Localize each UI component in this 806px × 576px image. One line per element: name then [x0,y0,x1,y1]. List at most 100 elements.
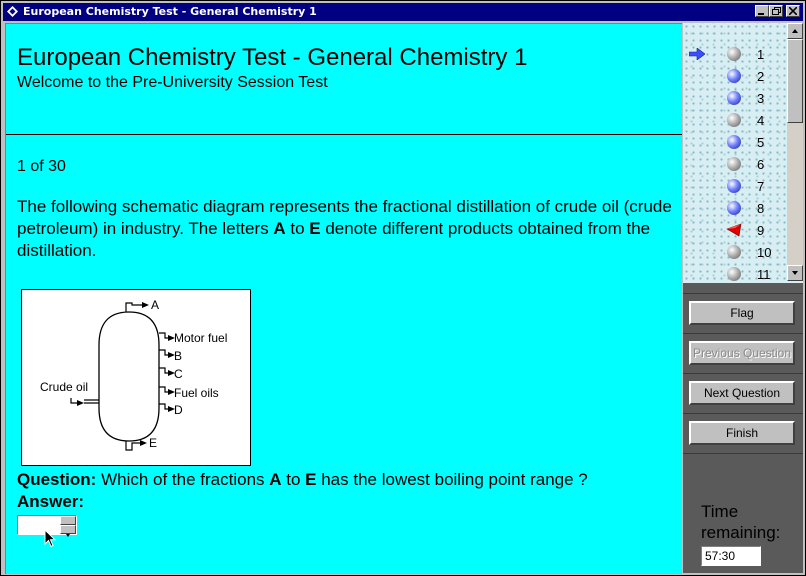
question-letter-e: E [305,470,317,489]
page-subtitle: Welcome to the Pre-University Session Te… [17,74,328,91]
flag-icon [726,223,742,237]
nav-item-2[interactable]: 2 [683,65,785,87]
question-counter: 1 of 30 [17,158,66,175]
question-label: Question: [17,470,97,489]
status-ball-icon [727,47,741,61]
status-ball-icon [727,201,741,215]
finish-button[interactable]: Finish [689,421,795,445]
header-divider [6,134,682,135]
scroll-up-button[interactable] [787,23,803,39]
navigator-scrollbar[interactable] [787,23,803,281]
scroll-thumb[interactable] [787,39,803,123]
label-e: E [149,436,157,450]
app-icon [7,6,18,17]
panel-separator [683,413,803,414]
nav-item-8[interactable]: 8 [683,197,785,219]
label-d: D [174,403,183,417]
nav-item-number: 11 [757,267,771,282]
intro-letter-e: E [309,219,321,238]
title-bar: European Chemistry Test - General Chemis… [3,3,803,21]
panel-separator [683,453,803,454]
nav-item-number: 6 [757,157,765,172]
pipe-a [125,302,142,312]
arrow-crude [77,400,84,406]
close-icon [789,7,797,15]
pipe-crude [70,398,99,404]
scroll-up-icon [792,29,798,33]
arrow-a [142,302,149,308]
time-remaining-label: Time remaining: [701,502,781,542]
nav-item-number: 1 [757,47,765,62]
nav-item-11[interactable]: 11 [683,263,785,283]
close-button[interactable] [786,5,800,17]
minimize-button[interactable] [755,5,769,17]
nav-item-number: 4 [757,113,765,128]
window-title: European Chemistry Test - General Chemis… [23,5,317,18]
status-ball-icon [727,69,741,83]
label-b: B [174,349,182,363]
app-window: European Chemistry Test - General Chemis… [0,0,806,576]
pipe-motor [159,332,168,339]
next-question-button[interactable]: Next Question [689,381,795,405]
label-fuel-oils: Fuel oils [174,386,219,400]
nav-item-3[interactable]: 3 [683,87,785,109]
pipe-e [125,441,140,451]
page-title: European Chemistry Test - General Chemis… [17,44,528,71]
restore-icon [772,7,781,15]
status-ball-icon [727,135,741,149]
restore-button[interactable] [769,5,783,17]
nav-item-10[interactable]: 10 [683,241,785,263]
nav-item-number: 8 [757,201,765,216]
nav-item-number: 2 [757,69,765,84]
nav-item-5[interactable]: 5 [683,131,785,153]
scroll-down-icon [792,271,798,275]
nav-item-number: 3 [757,91,765,106]
question-navigator: 1 2 3 4 5 6 7 8 9 10 11 [683,23,803,283]
pipe-b [159,349,168,356]
distillation-diagram: A Motor fuel B C Fuel oils D E Crude oil [21,289,251,466]
spinner-buttons [60,516,76,537]
status-ball-icon [727,267,741,281]
pipe-d [159,403,168,410]
nav-item-6[interactable]: 6 [683,153,785,175]
arrow-e [140,440,147,446]
label-crude-oil: Crude oil [40,380,88,394]
question-part: has the lowest boiling point range ? [316,470,588,489]
distillation-column-svg: A Motor fuel B C Fuel oils D E Crude oil [40,298,227,451]
status-ball-icon [727,179,741,193]
answer-label: Answer: [17,492,85,511]
status-ball-icon [727,91,741,105]
label-a: A [151,298,159,312]
question-area: European Chemistry Test - General Chemis… [5,23,682,574]
question-part: to [281,470,306,489]
intro-text: to [285,219,310,238]
column-vessel [98,311,160,442]
question-text: Question: Which of the fractions A to E … [17,470,588,490]
pipe-c [159,367,168,374]
flag-button[interactable]: Flag [689,301,795,325]
nav-item-1[interactable]: 1 [683,43,785,65]
question-intro: The following schematic diagram represen… [17,196,677,262]
nav-item-number: 5 [757,135,765,150]
pipe-fuel [159,386,168,393]
nav-item-9[interactable]: 9 [683,219,785,241]
panel-separator [683,293,803,294]
minimize-icon [758,13,764,15]
spinner-up-button[interactable] [60,516,76,528]
previous-question-button[interactable]: Previous Question [689,341,795,365]
status-ball-icon [727,157,741,171]
chevron-down-icon [66,534,70,537]
scroll-down-button[interactable] [787,265,803,281]
spinner-down-button[interactable] [60,525,76,537]
current-question-arrow-icon [689,48,705,60]
panel-separator [683,333,803,334]
nav-item-number: 7 [757,179,765,194]
question-part: Which of the fractions [96,470,270,489]
nav-item-7[interactable]: 7 [683,175,785,197]
mouse-cursor-icon [44,529,56,548]
nav-item-4[interactable]: 4 [683,109,785,131]
question-letter-a: A [269,470,282,489]
side-panel: 1 2 3 4 5 6 7 8 9 10 11 Flag Previous Qu… [683,23,803,573]
nav-item-number: 9 [757,223,765,238]
panel-separator [683,373,803,374]
